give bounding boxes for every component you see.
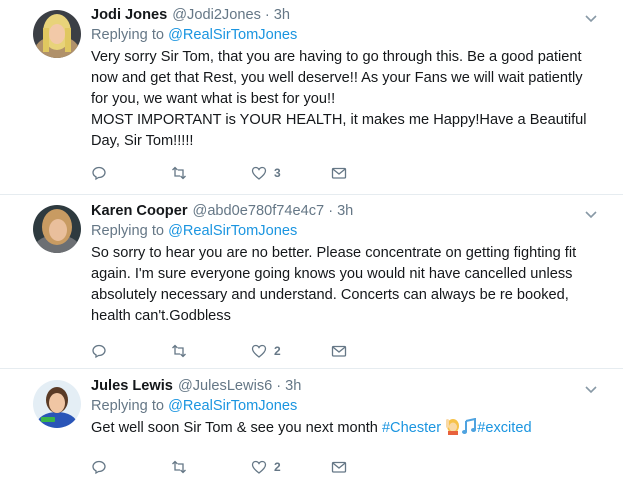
reply-icon [92, 166, 106, 181]
avatar[interactable] [33, 205, 81, 253]
direct-message-button[interactable] [331, 343, 411, 359]
tweet-text: Get well soon Sir Tom & see you next mon… [91, 417, 597, 442]
avatar[interactable] [33, 380, 81, 428]
avatar[interactable] [33, 10, 81, 58]
reply-icon [92, 344, 106, 359]
hashtag-link[interactable]: #Chester [382, 420, 441, 436]
reply-button[interactable] [91, 459, 171, 475]
envelope-icon [331, 167, 347, 179]
direct-message-button[interactable] [331, 459, 411, 475]
woman-raising-hand-emoji-icon [445, 418, 461, 442]
replying-to-label: Replying to [91, 223, 169, 239]
user-handle[interactable]: @JulesLewis6 [178, 378, 272, 394]
mention-link[interactable]: @RealSirTomJones [168, 27, 297, 43]
tweet-text-line: MOST IMPORTANT is YOUR HEALTH, it makes … [91, 112, 587, 149]
reply-button[interactable] [91, 165, 171, 181]
separator-dot: · [276, 378, 282, 394]
tweet-text-line: Very sorry Sir Tom, that you are having … [91, 49, 583, 107]
retweet-icon [172, 460, 186, 474]
reply-icon [92, 460, 106, 475]
replying-to: Replying to @RealSirTomJones [91, 27, 597, 43]
separator-dot: · [328, 203, 334, 219]
like-count: 2 [274, 460, 281, 474]
user-handle[interactable]: @Jodi2Jones [172, 7, 261, 23]
mention-link[interactable]: @RealSirTomJones [168, 398, 297, 414]
tweet-text-body: Get well soon Sir Tom & see you next mon… [91, 420, 382, 436]
like-button[interactable]: 2 [251, 459, 331, 475]
envelope-icon [331, 461, 347, 473]
heart-icon [251, 344, 267, 358]
like-count: 2 [274, 344, 281, 358]
user-handle[interactable]: @abd0e780f74e4c7 [193, 203, 325, 219]
heart-icon [251, 460, 267, 474]
chevron-down-icon[interactable] [583, 10, 599, 26]
timestamp[interactable]: 3h [337, 203, 353, 219]
retweet-button[interactable] [171, 459, 251, 475]
timestamp[interactable]: 3h [274, 7, 290, 23]
replying-to-label: Replying to [91, 398, 169, 414]
display-name[interactable]: Karen Cooper [91, 203, 188, 219]
timestamp[interactable]: 3h [285, 378, 301, 394]
replying-to: Replying to @RealSirTomJones [91, 398, 597, 414]
retweet-button[interactable] [171, 165, 251, 181]
retweet-button[interactable] [171, 343, 251, 359]
mention-link[interactable]: @RealSirTomJones [168, 223, 297, 239]
replying-to-label: Replying to [91, 27, 169, 43]
tweet-text: So sorry to hear you are no better. Plea… [91, 243, 597, 327]
replying-to: Replying to @RealSirTomJones [91, 223, 597, 239]
display-name[interactable]: Jules Lewis [91, 378, 173, 394]
like-button[interactable]: 3 [251, 165, 331, 181]
display-name[interactable]: Jodi Jones [91, 7, 167, 23]
like-button[interactable]: 2 [251, 343, 331, 359]
reply-button[interactable] [91, 343, 171, 359]
separator-dot: · [264, 7, 270, 23]
chevron-down-icon[interactable] [583, 206, 599, 222]
retweet-icon [172, 344, 186, 358]
direct-message-button[interactable] [331, 165, 411, 181]
hashtag-link[interactable]: #excited [477, 420, 531, 436]
tweet[interactable]: Jules Lewis @JulesLewis6 · 3h Replying t… [0, 369, 623, 480]
envelope-icon [331, 345, 347, 357]
tweet-text-line: So sorry to hear you are no better. Plea… [91, 245, 577, 324]
like-count: 3 [274, 166, 281, 180]
music-notes-emoji-icon [461, 417, 477, 442]
retweet-icon [172, 166, 186, 180]
tweet[interactable]: Karen Cooper @abd0e780f74e4c7 · 3h Reply… [0, 195, 623, 369]
chevron-down-icon[interactable] [583, 381, 599, 397]
heart-icon [251, 166, 267, 180]
tweet-text: Very sorry Sir Tom, that you are having … [91, 47, 597, 152]
tweet[interactable]: Jodi Jones @Jodi2Jones · 3h Replying to … [0, 0, 623, 195]
